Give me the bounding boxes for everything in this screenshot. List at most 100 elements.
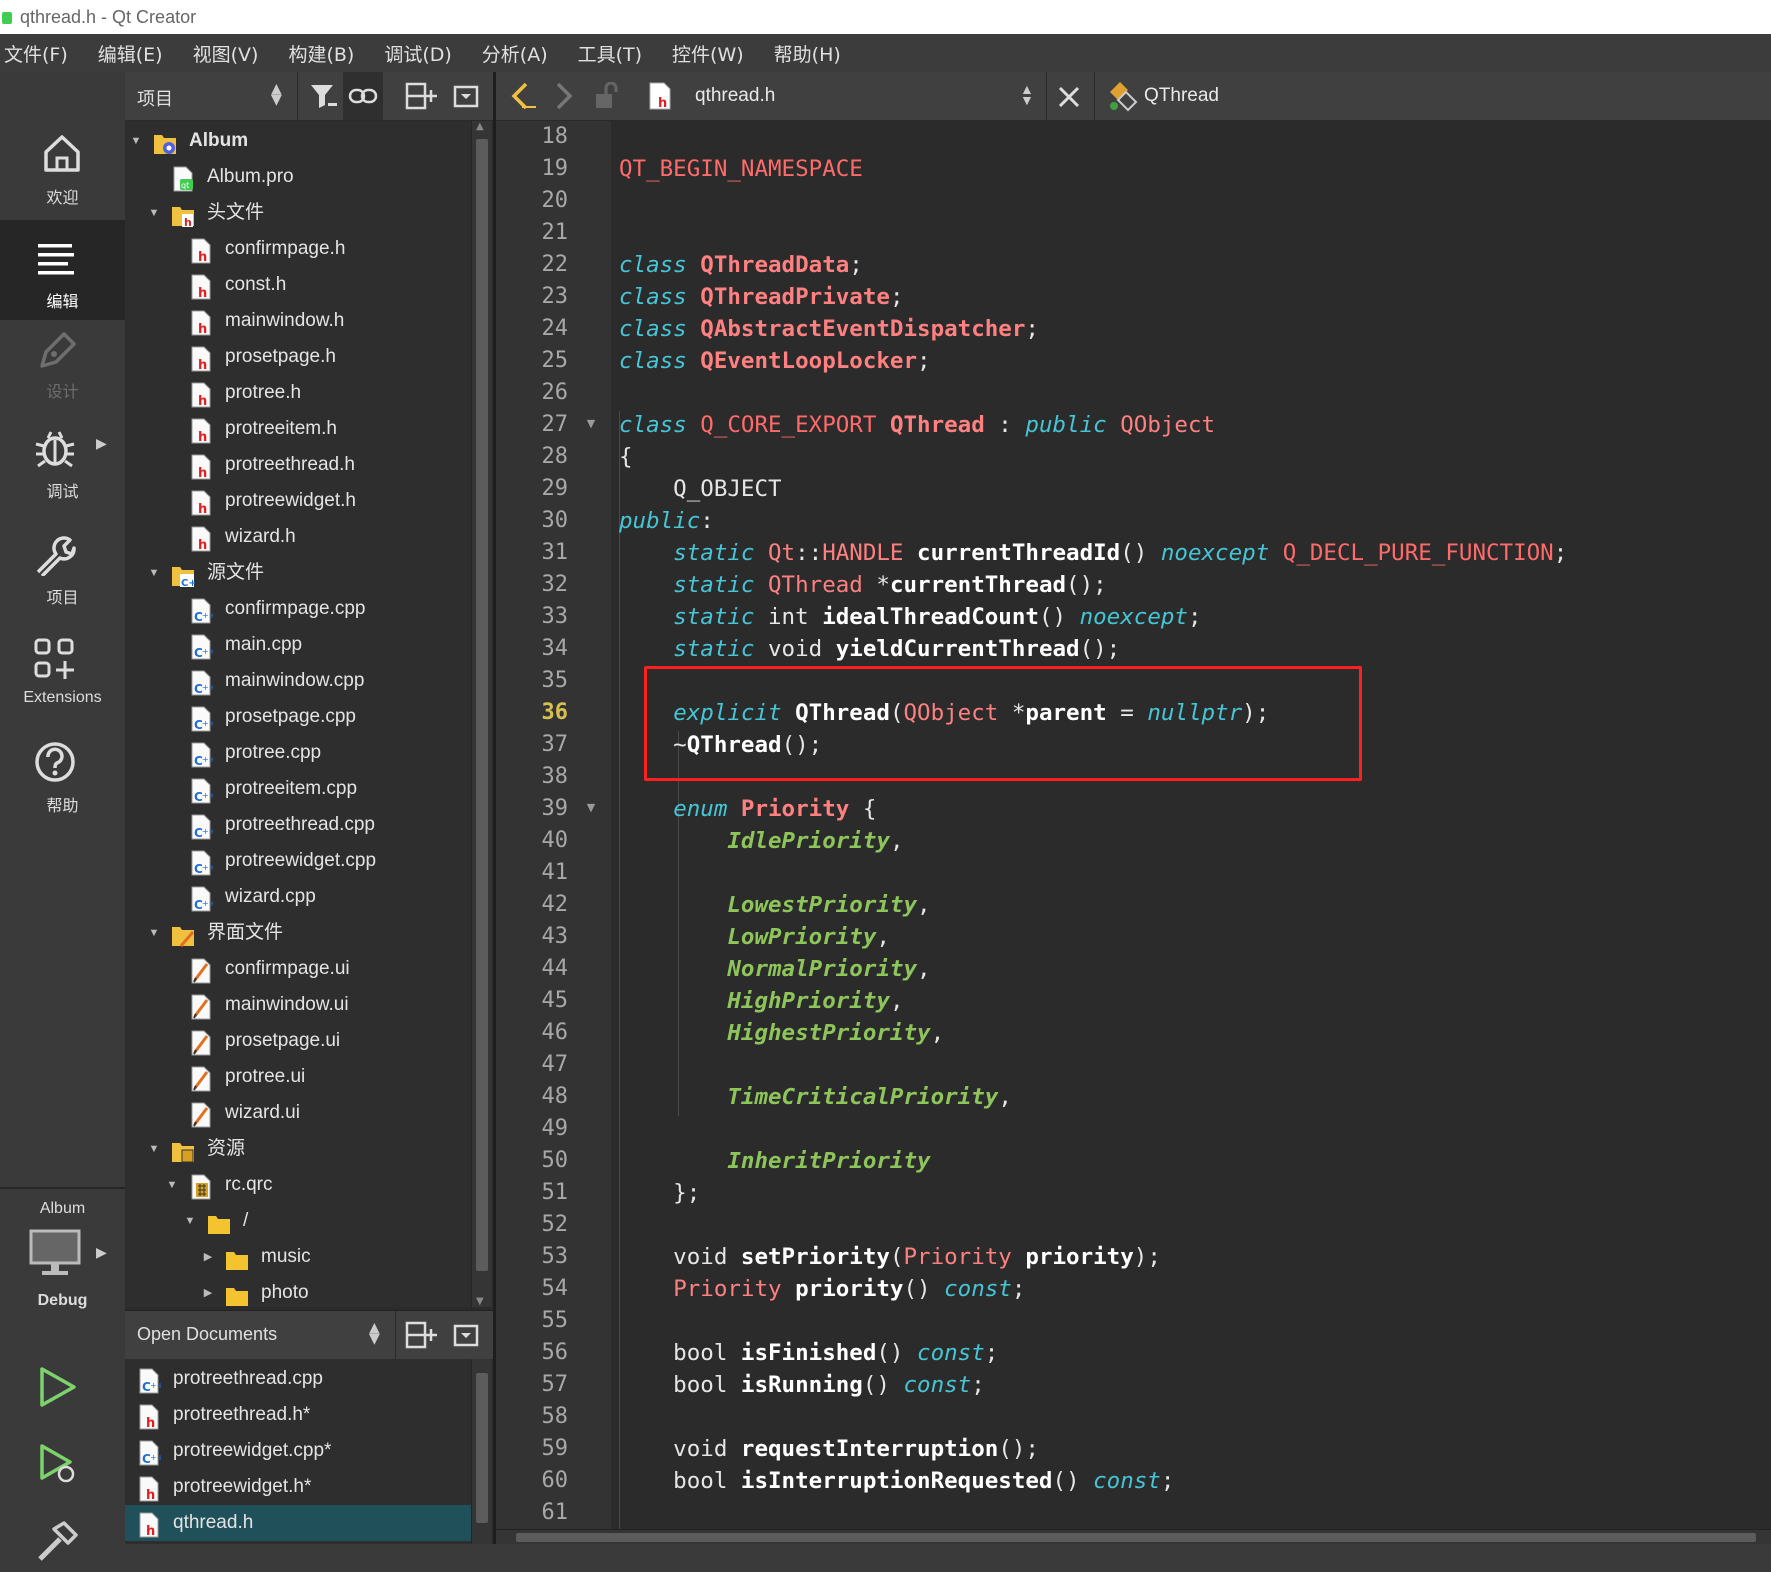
sync-toggle[interactable] (343, 72, 383, 120)
project-tree-item[interactable]: h protree.h (125, 375, 471, 411)
code-line[interactable]: Q_OBJECT (619, 473, 781, 505)
expand-arrow-down-icon[interactable]: ▼ (147, 195, 161, 231)
code-line[interactable]: static Qt::HANDLE currentThreadId() noex… (619, 537, 1567, 569)
mode-extensions[interactable]: Extensions (0, 637, 125, 727)
project-tree-item[interactable]: ▼ 资源 (125, 1131, 471, 1167)
debug-run-icon[interactable] (36, 1442, 80, 1486)
project-tree-item[interactable]: h wizard.h (125, 519, 471, 555)
menu-debug[interactable]: 调试(D) (380, 40, 463, 67)
scroll-up-icon[interactable]: ▲ (476, 121, 484, 132)
scroll-down-icon[interactable]: ▼ (476, 1296, 484, 1307)
split-add-icon[interactable] (405, 82, 437, 112)
od-close-pane-icon[interactable] (453, 1323, 479, 1349)
expand-arrow-right-icon[interactable]: ▶ (201, 1275, 215, 1307)
lock-icon[interactable] (594, 82, 620, 110)
od-split-add-icon[interactable] (405, 1321, 437, 1351)
expand-arrow-down-icon[interactable]: ▼ (165, 1167, 179, 1203)
project-tree-item[interactable]: C ++ protreewidget.cpp (125, 843, 471, 879)
mode-welcome[interactable]: 欢迎 (0, 132, 125, 222)
code-line[interactable]: Priority priority() const; (619, 1273, 1025, 1305)
code-line[interactable]: IdlePriority, (619, 825, 903, 857)
open-file-selector[interactable]: qthread.h (695, 85, 775, 107)
code-line[interactable]: static QThread *currentThread(); (619, 569, 1107, 601)
debug-submenu-arrow-icon[interactable]: ▶ (96, 436, 107, 452)
project-tree-item[interactable]: ▼ rc.qrc (125, 1167, 471, 1203)
open-document-item[interactable]: C ++ protreethread.cpp (125, 1361, 471, 1397)
project-tree-item[interactable]: qt Album.pro (125, 159, 471, 195)
code-line[interactable]: void requestInterruption(); (619, 1433, 1039, 1465)
code-line[interactable]: QT_BEGIN_NAMESPACE (619, 153, 863, 185)
filter-icon[interactable] (308, 81, 338, 111)
mode-debug[interactable]: ▶ 调试 (0, 428, 125, 518)
code-line[interactable]: static void yieldCurrentThread(); (619, 633, 1120, 665)
project-tree-item[interactable]: C ++ confirmpage.cpp (125, 591, 471, 627)
project-tree-item[interactable]: h protreethread.h (125, 447, 471, 483)
project-tree-item[interactable]: confirmpage.ui (125, 951, 471, 987)
project-tree-item[interactable]: protree.ui (125, 1059, 471, 1095)
menu-widgets[interactable]: 控件(W) (668, 40, 756, 67)
fold-marker-icon[interactable]: ▼ (584, 417, 598, 430)
project-tree-item[interactable]: wizard.ui (125, 1095, 471, 1131)
file-selector-updown-icon[interactable]: ▲ ▼ (1020, 82, 1034, 107)
code-line[interactable]: class QEventLoopLocker; (619, 345, 931, 377)
expand-arrow-down-icon[interactable]: ▼ (147, 915, 161, 951)
open-document-item[interactable]: h protreewidget.h* (125, 1469, 471, 1505)
code-line[interactable]: static int idealThreadCount() noexcept; (619, 601, 1201, 633)
expand-arrow-down-icon[interactable]: ▼ (147, 1131, 161, 1167)
code-line[interactable]: LowestPriority, (619, 889, 930, 921)
code-line[interactable]: class QAbstractEventDispatcher; (619, 313, 1039, 345)
build-hammer-icon[interactable] (36, 1519, 80, 1563)
expand-arrow-down-icon[interactable]: ▼ (147, 555, 161, 591)
code-line[interactable]: TimeCriticalPriority, (619, 1081, 1011, 1113)
run-icon[interactable] (36, 1365, 80, 1409)
code-line[interactable]: HighestPriority, (619, 1017, 944, 1049)
project-tree-item[interactable]: C ++ prosetpage.cpp (125, 699, 471, 735)
project-tree-item[interactable]: prosetpage.ui (125, 1023, 471, 1059)
project-tree-item[interactable]: C ++ protreeitem.cpp (125, 771, 471, 807)
open-documents-scrollbar[interactable] (471, 1359, 492, 1544)
fold-marker-icon[interactable]: ▼ (584, 801, 598, 814)
project-view-selector[interactable]: 项目 (137, 85, 173, 111)
mode-help[interactable]: 帮助 (0, 740, 125, 830)
navigate-back-icon[interactable] (508, 81, 536, 111)
code-line[interactable]: HighPriority, (619, 985, 903, 1017)
menu-file[interactable]: 文件(F) (0, 40, 80, 67)
mode-projects[interactable]: 项目 (0, 534, 125, 624)
project-tree-item[interactable]: ▼ / (125, 1203, 471, 1239)
project-tree-item[interactable]: h protreeitem.h (125, 411, 471, 447)
code-line[interactable]: LowPriority, (619, 921, 890, 953)
project-tree-item[interactable]: C ++ mainwindow.cpp (125, 663, 471, 699)
code-line[interactable]: NormalPriority, (619, 953, 930, 985)
project-tree-scroll-thumb[interactable] (476, 139, 488, 1271)
project-tree-item[interactable]: C ++ protreethread.cpp (125, 807, 471, 843)
project-tree-item[interactable]: C ++ protree.cpp (125, 735, 471, 771)
open-document-item[interactable]: h protreethread.h* (125, 1397, 471, 1433)
code-line[interactable]: class Q_CORE_EXPORT QThread : public QOb… (619, 409, 1215, 441)
open-document-item[interactable]: C ++ protreewidget.cpp* (125, 1433, 471, 1469)
project-tree-item[interactable]: C ++ main.cpp (125, 627, 471, 663)
code-line[interactable]: class QThreadData; (619, 249, 863, 281)
project-tree-item[interactable]: ▼ C++ 源文件 (125, 555, 471, 591)
menu-help[interactable]: 帮助(H) (770, 40, 853, 67)
code-line[interactable]: void setPriority(Priority priority); (619, 1241, 1161, 1273)
menu-edit[interactable]: 编辑(E) (94, 40, 175, 67)
code-line[interactable]: { (619, 441, 633, 473)
expand-arrow-right-icon[interactable]: ▶ (201, 1239, 215, 1275)
mode-design[interactable]: 设计 (0, 330, 125, 420)
code-line[interactable]: }; (619, 1177, 700, 1209)
mode-edit[interactable]: 编辑 (0, 220, 125, 320)
menu-build[interactable]: 构建(B) (284, 40, 366, 67)
menu-tools[interactable]: 工具(T) (574, 40, 654, 67)
code-line[interactable]: InheritPriority (619, 1145, 930, 1177)
project-tree-item[interactable]: h mainwindow.h (125, 303, 471, 339)
target-submenu-arrow-icon[interactable]: ▶ (96, 1245, 107, 1261)
project-tree-scrollbar[interactable]: ▲ ▼ (471, 121, 492, 1307)
selector-updown-icon[interactable]: ▲ ▼ (271, 82, 282, 107)
project-tree-item[interactable]: h const.h (125, 267, 471, 303)
menu-analyze[interactable]: 分析(A) (478, 40, 560, 67)
symbol-selector[interactable]: QThread (1144, 85, 1219, 107)
project-tree-item[interactable]: ▼ Album (125, 123, 471, 159)
project-tree-item[interactable]: ▶ music (125, 1239, 471, 1275)
code-line[interactable]: class QThreadPrivate; (619, 281, 903, 313)
project-tree-item[interactable]: ▶ photo (125, 1275, 471, 1307)
